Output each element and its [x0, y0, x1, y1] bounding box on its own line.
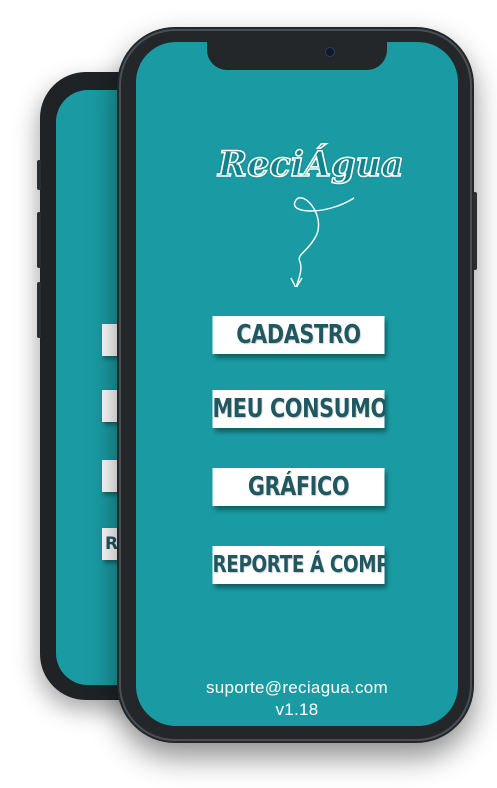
app-screen: ReciÁgua CADASTRO MEU CONSUMO GRÁFICO RE… [136, 42, 458, 726]
phone-notch [207, 42, 387, 70]
mockup-stage: R ReciÁgua CADASTRO MEU CONSUMO GRÁFICO … [0, 0, 497, 788]
grafico-button[interactable]: GRÁFICO [212, 468, 385, 506]
camera-icon [325, 47, 335, 57]
app-version: v1.18 [275, 700, 319, 719]
support-email: suporte@reciagua.com [205, 678, 388, 697]
reporte-compesa-button[interactable]: REPORTE Á COMPESA [212, 546, 385, 584]
back-phone-key [37, 212, 41, 268]
back-phone-key [37, 282, 41, 338]
app-logo: ReciÁgua [217, 143, 404, 186]
swirl-arrow-down-icon [290, 197, 355, 287]
cadastro-button[interactable]: CADASTRO [212, 316, 385, 354]
meu-consumo-button[interactable]: MEU CONSUMO [212, 390, 385, 428]
front-phone-power-key [473, 192, 477, 270]
back-phone-key [37, 160, 41, 190]
